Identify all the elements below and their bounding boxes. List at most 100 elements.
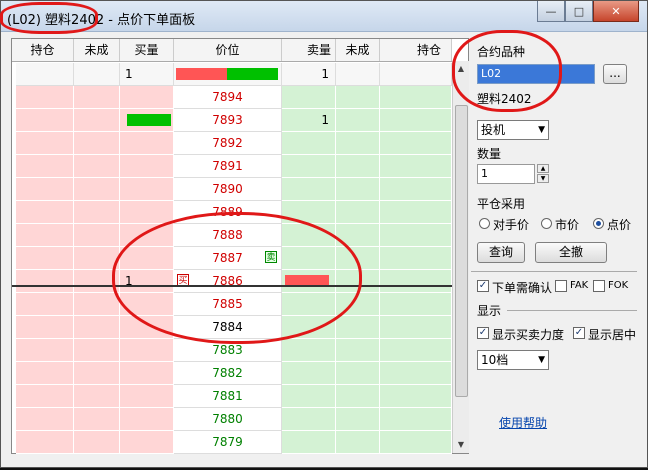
table-row[interactable]: 7894 — [12, 86, 452, 109]
ask-position-cell[interactable] — [380, 316, 452, 339]
order-type-select[interactable]: 投机 ▼ — [477, 120, 549, 140]
price-cell[interactable]: 7879 — [174, 431, 282, 454]
bid-pending-cell[interactable] — [74, 109, 120, 132]
confirm-order-checkbox[interactable]: ✓ — [477, 280, 489, 292]
radio-opponent-price[interactable] — [479, 218, 490, 229]
ask-position-cell[interactable] — [380, 247, 452, 270]
maximize-button[interactable]: □ — [565, 1, 593, 22]
price-cell[interactable]: 7890 — [174, 178, 282, 201]
table-row[interactable]: 7891 — [12, 155, 452, 178]
bid-position-cell[interactable] — [16, 431, 74, 454]
ask-position-cell[interactable] — [380, 132, 452, 155]
ask-position-cell[interactable] — [380, 270, 452, 293]
buy-volume-cell[interactable] — [120, 86, 174, 109]
price-cell[interactable]: 7891 — [174, 155, 282, 178]
ask-position-cell[interactable] — [380, 339, 452, 362]
buy-volume-cell[interactable] — [120, 431, 174, 454]
buy-volume-cell[interactable] — [120, 178, 174, 201]
buy-volume-cell[interactable] — [120, 362, 174, 385]
bid-position-cell[interactable] — [16, 270, 74, 293]
bid-position-cell[interactable] — [16, 316, 74, 339]
bid-position-cell[interactable] — [16, 293, 74, 316]
sell-volume-cell[interactable] — [282, 86, 336, 109]
table-row[interactable]: 7893 1 — [12, 109, 452, 132]
close-button[interactable]: ✕ — [593, 1, 639, 22]
ask-pending-cell[interactable] — [336, 431, 380, 454]
minimize-button[interactable]: — — [537, 1, 565, 22]
table-row[interactable]: 7880 — [12, 408, 452, 431]
bid-position-cell[interactable] — [16, 247, 74, 270]
show-strength-checkbox[interactable]: ✓ — [477, 327, 489, 339]
sell-volume-cell[interactable] — [282, 385, 336, 408]
bid-position-cell[interactable] — [16, 86, 74, 109]
bid-pending-cell[interactable] — [74, 408, 120, 431]
bid-position-cell[interactable] — [16, 339, 74, 362]
ask-pending-cell[interactable] — [336, 86, 380, 109]
sell-volume-cell[interactable] — [282, 339, 336, 362]
browse-contract-button[interactable]: ... — [603, 64, 627, 84]
depth-select[interactable]: 10档 ▼ — [477, 350, 549, 370]
buy-volume-cell[interactable] — [120, 339, 174, 362]
radio-point-price[interactable] — [593, 218, 604, 229]
ask-position-cell[interactable] — [380, 178, 452, 201]
ladder-scrollbar[interactable]: ▲ ▼ — [452, 61, 469, 453]
buy-volume-cell[interactable] — [120, 201, 174, 224]
table-row[interactable]: 7879 — [12, 431, 452, 454]
quantity-down-icon[interactable]: ▼ — [537, 174, 549, 183]
ask-position-cell[interactable] — [380, 201, 452, 224]
sell-volume-cell[interactable] — [282, 178, 336, 201]
fok-checkbox[interactable] — [593, 280, 605, 292]
bid-pending-cell[interactable] — [74, 293, 120, 316]
quantity-input[interactable]: 1 — [477, 164, 535, 184]
buy-volume-cell[interactable] — [120, 132, 174, 155]
bid-pending-cell[interactable] — [74, 339, 120, 362]
price-cell[interactable]: 7882 — [174, 362, 282, 385]
bid-position-cell[interactable] — [16, 408, 74, 431]
bid-position-cell[interactable] — [16, 155, 74, 178]
bid-pending-cell[interactable] — [74, 316, 120, 339]
table-row[interactable]: 7882 — [12, 362, 452, 385]
price-cell[interactable]: 7880 — [174, 408, 282, 431]
sell-volume-cell[interactable] — [282, 408, 336, 431]
price-cell[interactable]: 7892 — [174, 132, 282, 155]
show-center-checkbox[interactable]: ✓ — [573, 327, 585, 339]
help-link[interactable]: 使用帮助 — [499, 414, 547, 431]
bid-pending-cell[interactable] — [74, 86, 120, 109]
table-row[interactable]: 7890 — [12, 178, 452, 201]
bid-position-cell[interactable] — [16, 385, 74, 408]
bid-position-cell[interactable] — [16, 362, 74, 385]
ask-position-cell[interactable] — [380, 86, 452, 109]
cancel-all-button[interactable]: 全撤 — [535, 242, 607, 263]
bid-pending-cell[interactable] — [74, 132, 120, 155]
bid-position-cell[interactable] — [16, 201, 74, 224]
bid-pending-cell[interactable] — [74, 178, 120, 201]
ask-pending-cell[interactable] — [336, 155, 380, 178]
scroll-thumb[interactable] — [455, 105, 468, 397]
table-row[interactable]: 7881 — [12, 385, 452, 408]
ask-pending-cell[interactable] — [336, 316, 380, 339]
scroll-down-icon[interactable]: ▼ — [453, 437, 469, 453]
buy-volume-cell[interactable] — [120, 408, 174, 431]
sell-volume-cell[interactable] — [282, 155, 336, 178]
query-button[interactable]: 查询 — [477, 242, 525, 263]
radio-market-price[interactable] — [541, 218, 552, 229]
ask-position-cell[interactable] — [380, 109, 452, 132]
bid-pending-cell[interactable] — [74, 155, 120, 178]
price-cell[interactable]: 7881 — [174, 385, 282, 408]
sell-volume-cell[interactable]: 1 — [282, 109, 336, 132]
fak-checkbox[interactable] — [555, 280, 567, 292]
ask-position-cell[interactable] — [380, 362, 452, 385]
ask-pending-cell[interactable] — [336, 109, 380, 132]
bid-pending-cell[interactable] — [74, 385, 120, 408]
bid-position-cell[interactable] — [16, 224, 74, 247]
price-cell[interactable]: 7894 — [174, 86, 282, 109]
bid-position-cell[interactable] — [16, 132, 74, 155]
sell-volume-cell[interactable] — [282, 362, 336, 385]
buy-volume-cell[interactable] — [120, 385, 174, 408]
ask-pending-cell[interactable] — [336, 178, 380, 201]
bid-pending-cell[interactable] — [74, 431, 120, 454]
bid-position-cell[interactable] — [16, 178, 74, 201]
ask-position-cell[interactable] — [380, 224, 452, 247]
ask-pending-cell[interactable] — [336, 362, 380, 385]
ask-pending-cell[interactable] — [336, 385, 380, 408]
